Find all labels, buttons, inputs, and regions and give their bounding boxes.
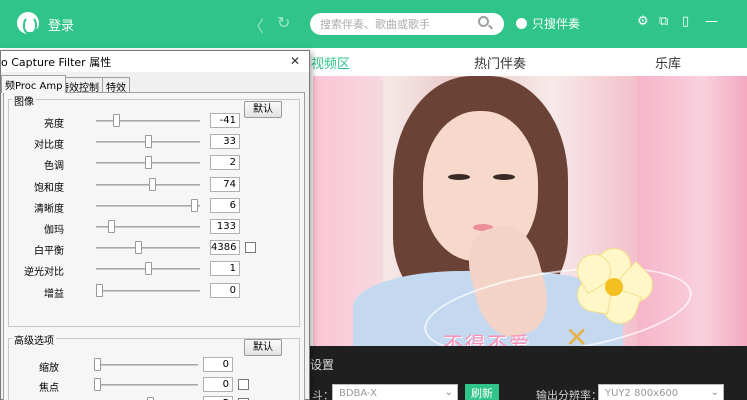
slider[interactable] — [94, 377, 198, 392]
settings-icon[interactable]: ⚙ — [637, 14, 649, 29]
slider[interactable] — [94, 358, 198, 372]
advanced-default-button[interactable]: 默认 — [244, 339, 282, 356]
image-group-label: 图像 — [12, 93, 36, 108]
slider-label: 亮度 — [44, 119, 64, 130]
window-icon[interactable]: ⧉ — [659, 14, 668, 29]
device-label: 斗： — [312, 389, 334, 400]
close-button[interactable]: ✕ — [287, 55, 303, 67]
slider[interactable] — [96, 198, 200, 213]
person-eye — [448, 174, 470, 180]
refresh-button[interactable]: 刷新 — [465, 384, 499, 400]
dialog-title: o Capture Filter 属性 — [1, 56, 112, 69]
slider[interactable] — [96, 177, 200, 192]
slider-thumb[interactable] — [135, 241, 142, 255]
value-field[interactable]: -5 — [203, 396, 233, 400]
chevron-down-icon: ⌄ — [444, 387, 453, 398]
resolution-select[interactable]: YUY2 800x600 ⌄ — [598, 384, 724, 400]
slider-track — [96, 120, 200, 122]
slider-label: 伽玛 — [44, 225, 64, 236]
slider-track — [96, 183, 200, 186]
tab-hot-accompaniment[interactable]: 热门伴奏 — [474, 53, 526, 72]
tab-video[interactable]: 视频区 — [311, 53, 350, 72]
slider-label: 对比度 — [34, 140, 64, 152]
slider-label: 饱和度 — [34, 182, 64, 194]
camera-preview: 不得不爱 ✕ — [313, 76, 747, 346]
slider[interactable] — [96, 220, 200, 234]
search-icon[interactable] — [478, 16, 489, 27]
value-field[interactable]: 133 — [210, 219, 240, 234]
capture-filter-properties-dialog: o Capture Filter 属性 ✕ 频Proc Amp 特效控制 特效 … — [0, 50, 310, 400]
value-field[interactable]: 33 — [210, 134, 240, 150]
slider-label: 清晰度 — [34, 203, 64, 215]
video-caption: 不得不爱 — [443, 332, 531, 346]
auto-checkbox[interactable] — [245, 242, 256, 254]
chevron-down-icon: ⌄ — [710, 387, 719, 398]
slider-track — [96, 289, 200, 292]
advanced-group-label: 高级选项 — [12, 332, 56, 347]
slider-thumb[interactable] — [145, 262, 152, 276]
slider-thumb[interactable] — [96, 283, 103, 297]
slider-thumb[interactable] — [191, 198, 198, 212]
top-bar: 登录 〈 ↻ 只搜伴奏 ⚙ ⧉ ▯ — — [0, 0, 747, 48]
slider-label: 增益 — [44, 288, 64, 300]
resolution-select-value: YUY2 800x600 — [605, 388, 679, 399]
slider[interactable] — [96, 156, 200, 170]
slider[interactable] — [96, 241, 200, 255]
value-field[interactable]: 4386 — [210, 240, 240, 256]
value-field[interactable]: -41 — [210, 113, 240, 128]
value-field[interactable]: 2 — [210, 155, 240, 171]
slider-thumb[interactable] — [94, 358, 101, 371]
flower-sticker-icon — [570, 240, 661, 329]
slider-track — [96, 247, 200, 250]
logo-icon[interactable] — [17, 12, 39, 34]
value-field[interactable]: 0 — [203, 357, 233, 372]
value-field[interactable]: 74 — [210, 176, 240, 192]
slider-label: 白平衡 — [34, 246, 64, 258]
value-field[interactable]: 0 — [203, 376, 233, 392]
slider-thumb[interactable] — [94, 377, 101, 391]
slider-label: 缩放 — [39, 363, 59, 374]
value-field[interactable]: 0 — [210, 282, 240, 298]
slider[interactable] — [96, 135, 200, 149]
slider-track — [94, 383, 198, 386]
slider-thumb[interactable] — [108, 220, 115, 233]
slider[interactable] — [96, 283, 200, 298]
slider-label: 逆光对比 — [24, 267, 64, 279]
search-input[interactable] — [310, 13, 504, 35]
tab-proc-amp[interactable]: 频Proc Amp — [1, 75, 67, 93]
value-field[interactable]: 6 — [210, 197, 240, 213]
tab-effects[interactable]: 特效 — [102, 77, 130, 94]
dialog-title-bar[interactable]: o Capture Filter 属性 ✕ — [1, 51, 309, 72]
slider[interactable] — [96, 262, 200, 276]
only-accompaniment-label: 只搜伴奏 — [532, 17, 581, 31]
login-button[interactable]: 登录 — [48, 15, 74, 34]
slider-label: 焦点 — [39, 382, 59, 394]
value-field[interactable]: 1 — [210, 261, 240, 277]
settings-title: 设置 — [310, 358, 335, 372]
refresh-icon[interactable]: ↻ — [277, 13, 290, 32]
slider-track — [96, 204, 200, 207]
cross-sticker-icon: ✕ — [565, 321, 589, 346]
slider-track — [94, 364, 198, 366]
only-accompaniment-radio[interactable] — [516, 18, 527, 29]
resolution-label: 输出分辨率： — [536, 389, 602, 400]
minimize-icon[interactable]: — — [705, 14, 718, 29]
device-select-value: BDBA-X — [339, 388, 378, 399]
proc-amp-panel: 图像 默认 亮度 -41 对比度 33 色调 2 饱和度 74 清晰度 6 伽玛 133 白平衡 4386… — [3, 92, 305, 400]
slider-thumb[interactable] — [145, 156, 152, 170]
slider-thumb[interactable] — [149, 177, 156, 191]
device-select[interactable]: BDBA-X ⌄ — [332, 384, 458, 400]
phone-icon[interactable]: ▯ — [682, 14, 689, 29]
device-settings-panel: 设置 斗： BDBA-X ⌄ 刷新 输出分辨率： YUY2 800x600 ⌄ — [298, 346, 747, 400]
slider-label: 色调 — [44, 161, 64, 173]
back-icon[interactable]: 〈 — [248, 13, 264, 37]
tab-library[interactable]: 乐库 — [655, 53, 681, 72]
slider-thumb[interactable] — [145, 135, 152, 149]
slider[interactable] — [96, 114, 200, 128]
image-default-button[interactable]: 默认 — [244, 101, 282, 118]
person-eye — [493, 174, 515, 180]
slider-thumb[interactable] — [113, 114, 120, 127]
auto-checkbox[interactable] — [238, 378, 249, 390]
